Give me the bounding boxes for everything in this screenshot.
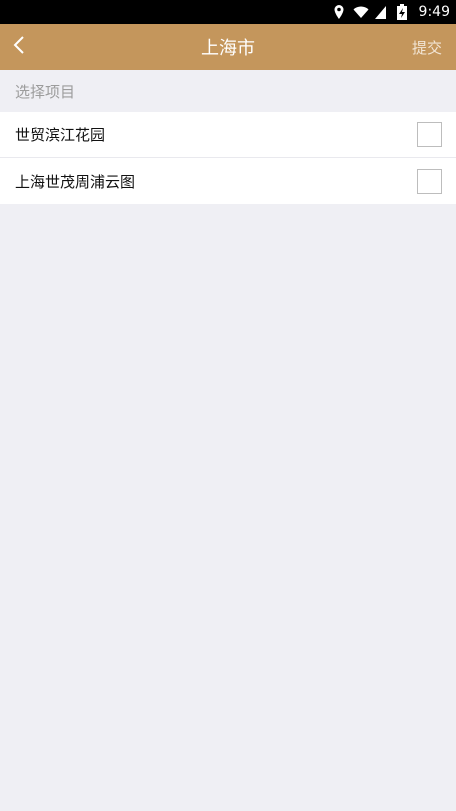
location-icon — [331, 4, 347, 20]
list-item[interactable]: 世贸滨江花园 — [0, 112, 456, 158]
status-time: 9:49 — [418, 4, 450, 20]
list-item[interactable]: 上海世茂周浦云图 — [0, 158, 456, 204]
list-item-label: 世贸滨江花园 — [15, 126, 106, 144]
project-list: 世贸滨江花园 上海世茂周浦云图 — [0, 112, 456, 204]
battery-charging-icon — [396, 4, 413, 20]
list-item-label: 上海世茂周浦云图 — [15, 172, 136, 191]
section-header: 选择项目 — [15, 82, 76, 101]
checkbox[interactable] — [417, 122, 442, 147]
submit-button[interactable]: 提交 — [412, 24, 442, 70]
signal-icon — [374, 4, 391, 20]
back-button[interactable] — [12, 24, 42, 70]
wifi-icon — [353, 4, 369, 20]
nav-bar: 上海市 提交 — [0, 24, 456, 70]
status-bar: 9:49 — [0, 0, 456, 24]
chevron-left-icon — [12, 35, 26, 59]
checkbox[interactable] — [417, 168, 442, 194]
page-title: 上海市 — [201, 38, 255, 59]
